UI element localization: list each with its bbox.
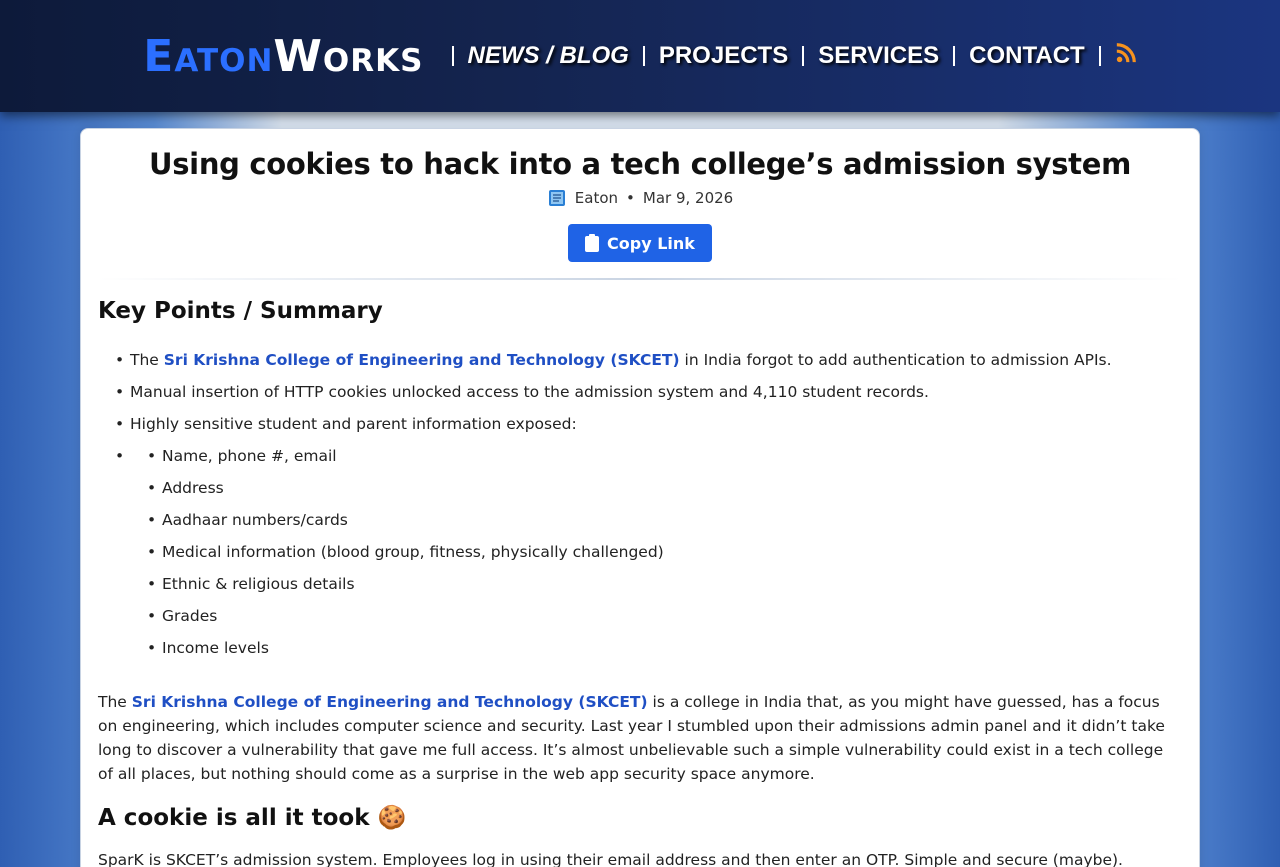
copy-link-label: Copy Link: [607, 233, 695, 253]
nav-projects[interactable]: PROJECTS: [659, 42, 788, 70]
point1-suffix: in India forgot to add authentication to…: [684, 351, 1112, 369]
meta-dot: •: [626, 189, 635, 207]
main-nav: NEWS / BLOG PROJECTS SERVICES CONTACT: [438, 42, 1137, 71]
list-item: Medical information (blood group, fitnes…: [130, 536, 1182, 568]
clipboard-icon: [585, 234, 600, 252]
rss-icon: [1116, 42, 1136, 62]
list-item: The Sri Krishna College of Engineering a…: [98, 344, 1182, 376]
rss-link[interactable]: [1115, 42, 1137, 71]
book-icon: [548, 190, 565, 206]
sub-list-container: Name, phone #, email Address Aadhaar num…: [98, 440, 1182, 664]
list-item: Manual insertion of HTTP cookies unlocke…: [98, 376, 1182, 408]
article-author[interactable]: Eaton: [575, 189, 618, 207]
article-title: Using cookies to hack into a tech colleg…: [148, 147, 1132, 181]
nav-separator: [1098, 46, 1101, 66]
divider: [98, 278, 1182, 280]
article-date: Mar 9, 2026: [642, 189, 734, 207]
intro-paragraph: The Sri Krishna College of Engineering a…: [98, 690, 1182, 786]
nav-separator: [802, 46, 805, 66]
list-item: Grades: [130, 600, 1182, 632]
exposed-data-list: Name, phone #, email Address Aadhaar num…: [130, 440, 1182, 664]
para1-prefix: The: [98, 693, 127, 711]
list-item: Aadhaar numbers/cards: [130, 504, 1182, 536]
nav-services[interactable]: SERVICES: [818, 42, 939, 70]
nav-news-blog[interactable]: NEWS / BLOG: [468, 42, 629, 70]
site-logo[interactable]: Eaton Works: [143, 31, 423, 82]
summary-heading: Key Points / Summary: [98, 298, 383, 324]
list-item: Name, phone #, email: [130, 440, 1182, 472]
article-meta: Eaton • Mar 9, 2026: [98, 189, 1182, 207]
logo-part-eaton: Eaton: [143, 30, 274, 82]
nav-separator: [451, 46, 454, 66]
skcet-link[interactable]: Sri Krishna College of Engineering and T…: [164, 351, 680, 369]
point1-prefix: The: [130, 351, 159, 369]
key-points-list: The Sri Krishna College of Engineering a…: [98, 344, 1182, 664]
nav-separator: [642, 46, 645, 66]
logo-part-works: Works: [273, 30, 424, 82]
skcet-link-2[interactable]: Sri Krishna College of Engineering and T…: [132, 693, 648, 711]
nav-separator: [953, 46, 956, 66]
article-card: Using cookies to hack into a tech colleg…: [80, 128, 1200, 867]
list-item: Address: [130, 472, 1182, 504]
spark-paragraph: SparK is SKCET’s admission system. Emplo…: [98, 851, 1123, 867]
copy-link-button[interactable]: Copy Link: [568, 224, 712, 262]
site-header: Eaton Works NEWS / BLOG PROJECTS SERVICE…: [0, 0, 1280, 112]
cookie-heading: A cookie is all it took 🍪: [98, 805, 407, 831]
nav-contact[interactable]: CONTACT: [969, 42, 1085, 70]
list-item: Income levels: [130, 632, 1182, 664]
list-item: Ethnic & religious details: [130, 568, 1182, 600]
list-item: Highly sensitive student and parent info…: [98, 408, 1182, 440]
